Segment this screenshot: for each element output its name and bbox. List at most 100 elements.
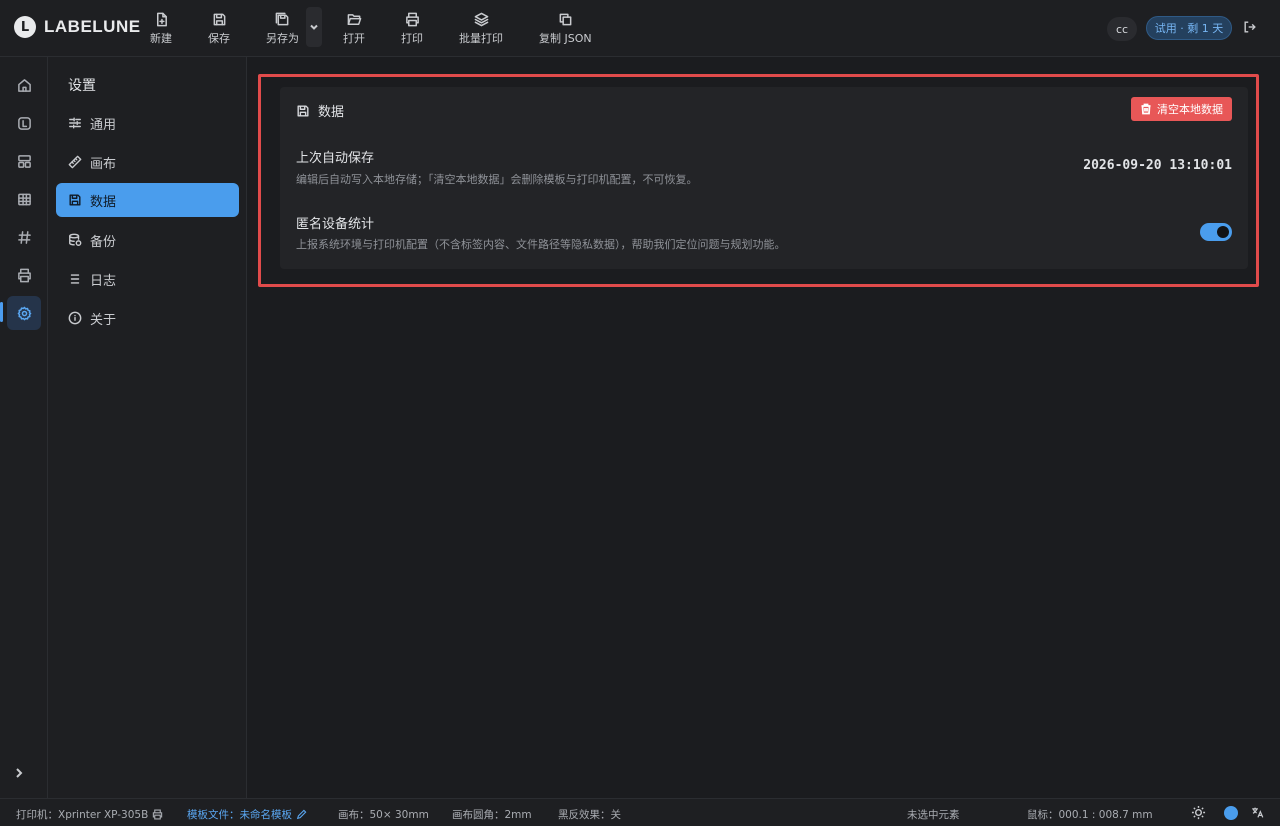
rail-home[interactable] xyxy=(7,68,41,102)
rail-label[interactable] xyxy=(7,106,41,140)
settings-item-label: 数据 xyxy=(90,194,117,210)
rail-layout[interactable] xyxy=(7,144,41,178)
chevron-right-icon xyxy=(16,768,23,778)
chevron-down-icon xyxy=(310,24,318,30)
card-title: 数据 xyxy=(318,105,345,120)
layers-icon xyxy=(474,12,488,27)
database-icon xyxy=(69,233,82,246)
folder-open-icon xyxy=(347,14,361,25)
rail-active-indicator xyxy=(0,302,3,322)
copy-icon xyxy=(559,13,572,26)
rail-expand-button[interactable] xyxy=(13,767,27,781)
accent-color-picker[interactable] xyxy=(1224,806,1238,820)
autosave-timestamp: 2026-09-20 13:10:01 xyxy=(1083,158,1232,173)
telemetry-toggle[interactable] xyxy=(1200,223,1232,241)
status-invert: 黑反效果：关 xyxy=(558,809,621,821)
new-button-label: 新建 xyxy=(150,32,172,45)
trial-badge[interactable]: 试用 · 剩 1 天 xyxy=(1146,16,1232,40)
settings-item-label: 日志 xyxy=(90,273,117,289)
card-header: 数据 xyxy=(296,101,344,120)
logo-mark-icon: L xyxy=(14,16,36,38)
save-button[interactable]: 保存 xyxy=(208,12,230,46)
autosave-title: 上次自动保存 xyxy=(296,151,375,166)
data-settings-card: 数据 清空本地数据 上次自动保存 编辑后自动写入本地存储；「清空本地数据」会删除… xyxy=(280,87,1248,269)
status-canvas-size: 画布：50× 30mm xyxy=(338,809,429,821)
printer-icon xyxy=(405,12,419,27)
telemetry-description: 上报系统环境与打印机配置（不含标签内容、文件路径等隐私数据），帮助我们定位问题与… xyxy=(296,238,786,251)
trash-icon xyxy=(1141,103,1151,115)
settings-sidebar: 设置 通用 画布 数据 备份 日志 关于 xyxy=(48,57,247,798)
status-bar: 打印机：Xprinter XP-305B 模板文件：未命名模板 画布：50× 3… xyxy=(0,798,1280,826)
logout-button[interactable] xyxy=(1243,20,1259,36)
user-avatar[interactable]: cc xyxy=(1107,17,1137,41)
hash-icon xyxy=(17,230,31,244)
autosave-description: 编辑后自动写入本地存储；「清空本地数据」会删除模板与打印机配置，不可恢复。 xyxy=(296,173,698,186)
print-button[interactable]: 打印 xyxy=(401,12,423,46)
status-cursor: 鼠标：000.1 : 008.7 mm xyxy=(1027,809,1153,821)
info-circle-icon xyxy=(68,311,82,325)
status-template-label: 模板文件： xyxy=(187,809,240,821)
settings-item-label: 备份 xyxy=(90,234,117,250)
save-button-label: 保存 xyxy=(208,32,230,45)
home-icon xyxy=(17,78,31,92)
settings-item-log[interactable]: 日志 xyxy=(56,262,239,296)
settings-item-label: 通用 xyxy=(90,117,117,133)
pencil-icon xyxy=(296,809,307,820)
rail-settings[interactable] xyxy=(7,296,41,330)
print-button-label: 打印 xyxy=(401,32,423,45)
telemetry-title: 匿名设备统计 xyxy=(296,217,375,232)
logout-icon xyxy=(1244,21,1256,33)
clear-local-data-button[interactable]: 清空本地数据 xyxy=(1131,97,1232,121)
rail-printer[interactable] xyxy=(7,258,41,292)
clear-button-label: 清空本地数据 xyxy=(1157,103,1223,116)
new-button[interactable]: 新建 xyxy=(150,12,172,46)
settings-item-backup[interactable]: 备份 xyxy=(56,223,239,257)
rail-hash[interactable] xyxy=(7,220,41,254)
app-logo: L LABELUNE xyxy=(14,16,141,38)
status-printer-text: 打印机：Xprinter XP-305B xyxy=(16,809,149,821)
status-selection: 未选中元素 xyxy=(907,809,960,821)
status-canvas-radius: 画布圆角：2mm xyxy=(452,809,532,821)
save-icon xyxy=(297,104,309,117)
top-toolbar: L LABELUNE 新建 保存 另存为 打开 打印 批量打印 复制 JSON … xyxy=(0,0,1280,57)
status-template-name: 未命名模板 xyxy=(239,809,293,821)
batch-print-button-label: 批量打印 xyxy=(459,32,503,45)
printer-icon xyxy=(153,809,163,820)
theme-toggle[interactable] xyxy=(1191,805,1207,821)
rail-table[interactable] xyxy=(7,182,41,216)
copy-json-button[interactable]: 复制 JSON xyxy=(539,12,592,46)
new-file-icon xyxy=(156,12,167,27)
sliders-icon xyxy=(69,117,81,129)
save-as-icon xyxy=(275,12,289,26)
toggle-knob xyxy=(1217,226,1229,238)
label-l-icon xyxy=(17,116,31,130)
save-icon xyxy=(213,13,225,26)
language-switch[interactable] xyxy=(1251,806,1265,820)
layout-icon xyxy=(17,154,31,168)
open-button[interactable]: 打开 xyxy=(343,12,365,46)
settings-item-data[interactable]: 数据 xyxy=(56,183,239,217)
list-icon xyxy=(70,274,80,284)
open-button-label: 打开 xyxy=(343,32,365,45)
status-template[interactable]: 模板文件：未命名模板 xyxy=(187,807,307,822)
batch-print-button[interactable]: 批量打印 xyxy=(459,12,503,46)
settings-item-label: 画布 xyxy=(90,156,117,172)
sun-icon xyxy=(1191,805,1206,820)
save-icon xyxy=(69,194,81,206)
status-printer[interactable]: 打印机：Xprinter XP-305B xyxy=(16,807,163,822)
settings-item-about[interactable]: 关于 xyxy=(56,301,239,335)
translate-icon xyxy=(1252,807,1264,818)
main-content: 数据 清空本地数据 上次自动保存 编辑后自动写入本地存储；「清空本地数据」会删除… xyxy=(248,57,1280,798)
settings-item-canvas[interactable]: 画布 xyxy=(56,145,239,179)
gear-icon xyxy=(17,306,31,320)
table-icon xyxy=(17,193,31,205)
save-as-button[interactable]: 另存为 xyxy=(266,12,299,46)
app-name: LABELUNE xyxy=(44,17,141,36)
settings-item-general[interactable]: 通用 xyxy=(56,106,239,140)
settings-title: 设置 xyxy=(68,78,96,94)
settings-item-label: 关于 xyxy=(90,312,117,328)
nav-rail xyxy=(0,57,48,798)
save-as-dropdown[interactable] xyxy=(306,7,322,47)
copy-json-button-label: 复制 JSON xyxy=(539,32,592,45)
save-as-button-label: 另存为 xyxy=(266,32,299,45)
